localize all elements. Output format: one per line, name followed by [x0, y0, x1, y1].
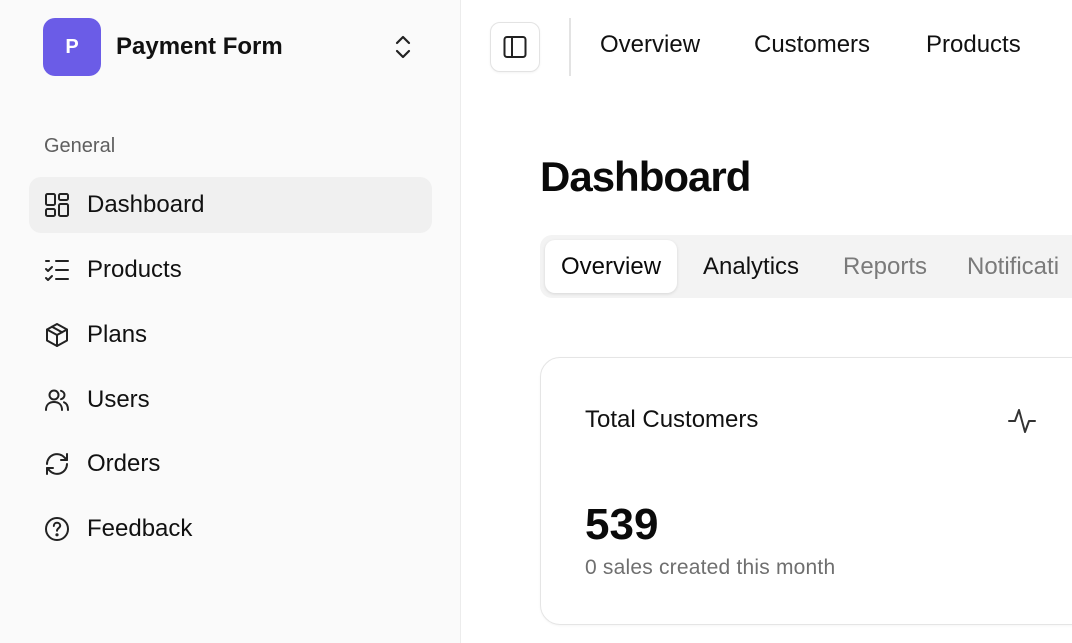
- users-icon: [43, 386, 71, 414]
- team-name: Payment Form: [116, 33, 283, 60]
- help-circle-icon: [43, 515, 71, 543]
- sidebar-group-label: General: [44, 135, 116, 157]
- sidebar-item-label: Feedback: [87, 515, 193, 542]
- package-icon: [43, 321, 71, 349]
- tab-notifications[interactable]: Notificati: [951, 240, 1072, 293]
- topbar-divider: [569, 18, 571, 76]
- chevrons-up-down-icon[interactable]: [390, 34, 416, 60]
- sidebar-item-users[interactable]: Users: [29, 372, 432, 428]
- topnav-overview[interactable]: Overview: [600, 31, 700, 59]
- sidebar-item-orders[interactable]: Orders: [29, 436, 432, 492]
- tab-analytics[interactable]: Analytics: [687, 240, 815, 293]
- card-value: 539: [585, 500, 659, 549]
- tab-overview[interactable]: Overview: [545, 240, 678, 293]
- sidebar-item-dashboard[interactable]: Dashboard: [29, 177, 432, 233]
- dashboard-grid-icon: [43, 191, 71, 219]
- sidebar-item-label: Plans: [87, 321, 148, 348]
- tab-list: Overview Analytics Reports Notificati: [540, 235, 1072, 298]
- topnav-customers[interactable]: Customers: [754, 31, 870, 59]
- total-customers-card: Total Customers 539 0 sales created this…: [540, 357, 1072, 625]
- refresh-icon: [43, 450, 71, 478]
- sidebar-item-label: Products: [87, 256, 182, 283]
- sidebar-toggle-button[interactable]: [490, 22, 540, 72]
- card-subtitle: 0 sales created this month: [585, 556, 836, 579]
- panel-left-icon: [502, 34, 528, 60]
- list-checks-icon: [43, 256, 71, 284]
- page-title: Dashboard: [540, 153, 751, 200]
- sidebar-item-label: Orders: [87, 450, 161, 477]
- card-title: Total Customers: [585, 406, 759, 433]
- sidebar-item-label: Dashboard: [87, 191, 205, 218]
- sidebar-item-plans[interactable]: Plans: [29, 307, 432, 363]
- tab-reports[interactable]: Reports: [827, 240, 943, 293]
- sidebar-item-feedback[interactable]: Feedback: [29, 501, 432, 557]
- topnav-products[interactable]: Products: [926, 31, 1021, 59]
- sidebar-item-label: Users: [87, 386, 150, 413]
- sidebar: P Payment Form General Dashboard Product…: [0, 0, 461, 643]
- team-switcher[interactable]: P Payment Form: [43, 18, 433, 76]
- sidebar-item-products[interactable]: Products: [29, 242, 432, 298]
- team-avatar: P: [43, 18, 101, 76]
- activity-icon: [1005, 404, 1039, 438]
